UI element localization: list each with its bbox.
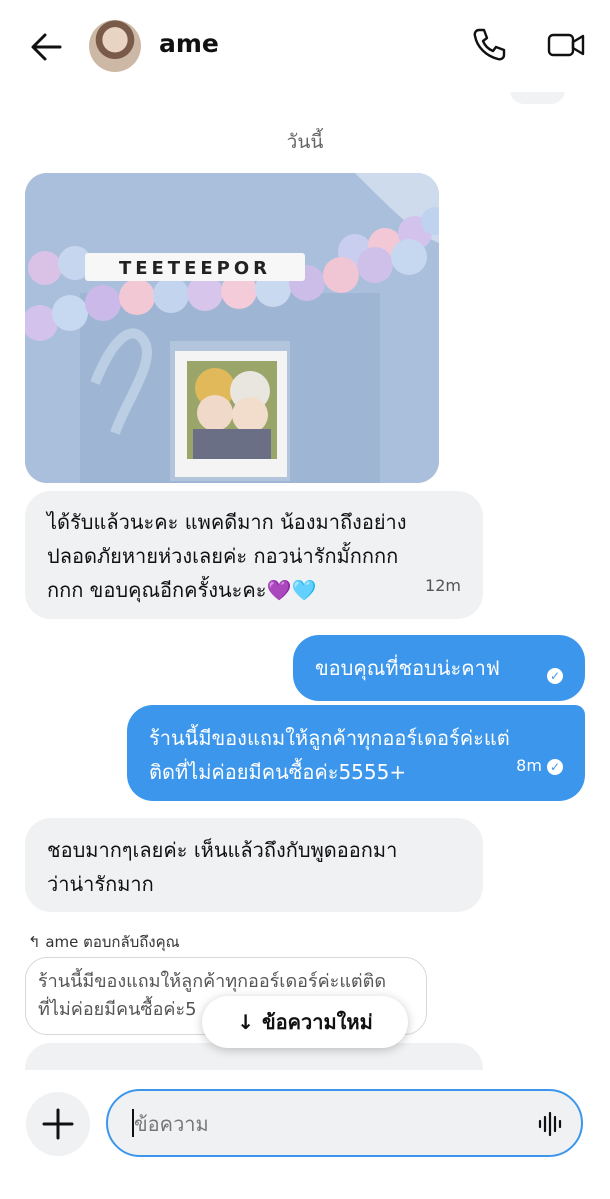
outgoing-message[interactable]: ขอบคุณที่ชอบน่ะคาฟ ✓	[293, 635, 585, 701]
audio-waveform-icon[interactable]	[538, 1112, 564, 1136]
incoming-message[interactable]: ชอบมากๆเลยค่ะ เห็นแล้วถึงกับพูดออกมา ว่า…	[25, 818, 483, 912]
message-time: 12m	[425, 576, 461, 595]
message-line: กกก ขอบคุณอีกครั้งนะคะ💜🩵	[47, 578, 317, 602]
new-message-button[interactable]: ↓ ข้อความใหม่	[202, 996, 408, 1048]
date-divider: วันนี้	[286, 131, 324, 153]
image-message[interactable]: TEETEEPOR	[25, 173, 439, 483]
seen-check-icon: ✓	[547, 658, 563, 692]
bracelet-photo: TEETEEPOR	[25, 173, 439, 483]
text-caret	[132, 1109, 134, 1137]
chat-header: ame	[0, 0, 610, 92]
reply-arrow-icon: ↰	[28, 933, 41, 951]
reply-label: ↰ ame ตอบกลับถึงคุณ	[28, 930, 180, 954]
message-time: 8m	[516, 756, 542, 775]
reply-label-text: ame ตอบกลับถึงคุณ	[45, 933, 180, 951]
arrow-down-icon: ↓	[237, 1010, 254, 1034]
message-line: ขอบคุณที่ชอบน่ะคาฟ	[315, 656, 500, 680]
phone-icon[interactable]	[470, 26, 508, 64]
plus-icon	[42, 1108, 74, 1140]
avatar[interactable]	[89, 20, 141, 72]
video-camera-icon[interactable]	[546, 28, 586, 62]
contact-name[interactable]: ame	[159, 29, 219, 58]
quoted-line: ร้านนี้มีของแถมให้ลูกค้าทุกออร์เดอร์ค่ะแ…	[38, 971, 387, 992]
message-input-container[interactable]	[106, 1089, 583, 1157]
new-message-label: ข้อความใหม่	[261, 1010, 373, 1034]
message-line: ว่าน่ารักมาก	[47, 872, 154, 896]
message-line: ชอบมากๆเลยค่ะ เห็นแล้วถึงกับพูดออกมา	[47, 838, 398, 862]
back-arrow-icon[interactable]	[28, 30, 64, 64]
incoming-message[interactable]: ได้รับแล้วนะคะ แพคดีมาก น้องมาถึงอย่าง ป…	[25, 491, 483, 619]
seen-check-icon: ✓	[547, 758, 563, 775]
outgoing-message[interactable]: ร้านนี้มีของแถมให้ลูกค้าทุกออร์เดอร์ค่ะแ…	[127, 705, 585, 801]
message-line: ได้รับแล้วนะคะ แพคดีมาก น้องมาถึงอย่าง	[47, 510, 407, 534]
message-line: ปลอดภัยหายห่วงเลยค่ะ กอวน่ารักมั้กกกก	[47, 544, 399, 568]
message-input[interactable]	[132, 1091, 516, 1157]
plus-button[interactable]	[26, 1092, 90, 1156]
bracelet-letters: TEETEEPOR	[119, 258, 271, 279]
message-status: 8m ✓	[516, 749, 563, 783]
